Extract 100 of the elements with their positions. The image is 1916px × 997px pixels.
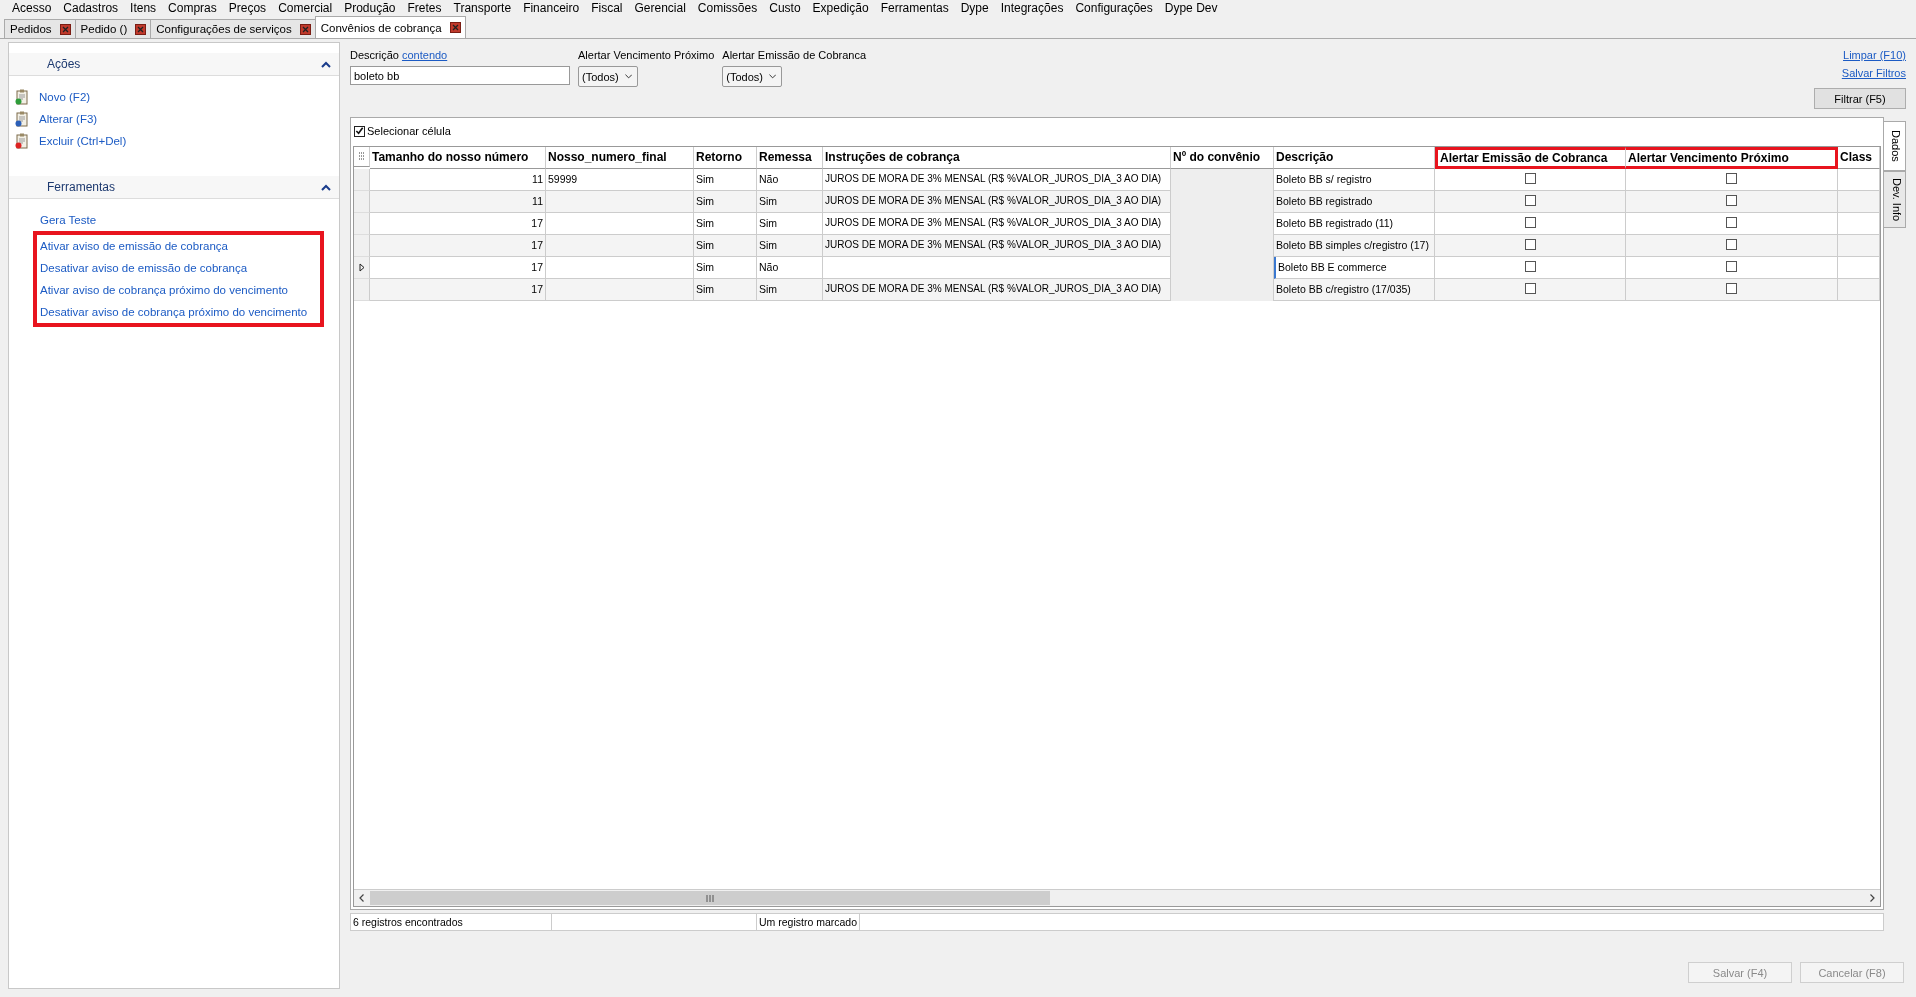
table-cell: 17 [370,213,546,235]
status-text: Um registro marcado [757,914,861,930]
filter-button[interactable]: Filtrar (F5) [1814,88,1906,109]
table-cell: Sim [757,235,823,257]
table-cell: 11 [370,191,546,213]
table-cell: Boleto BB E commerce [1274,257,1435,279]
close-icon[interactable] [59,23,71,35]
table-cell: Sim [694,279,757,301]
table-cell: Sim [694,235,757,257]
document-tab[interactable]: Convênios de cobrança [314,16,466,38]
clipboard-icon [15,89,29,105]
table-cell: Boleto BB s/ registro [1274,169,1435,191]
menu-item[interactable]: Produção [338,1,402,15]
table-cell: 11 [370,169,546,191]
checkbox[interactable] [1524,261,1536,272]
column-chooser-icon[interactable] [354,147,370,167]
dropdown[interactable]: (Todos) [578,66,638,87]
table-cell: 59999 [546,169,694,191]
menu-item[interactable]: Gerencial [628,1,692,15]
checkbox[interactable] [1524,283,1536,294]
menu-item[interactable]: Custo [763,1,807,15]
checkbox[interactable] [1726,239,1737,250]
action-link[interactable]: Alterar (F3) [39,113,98,125]
checkbox[interactable] [1726,261,1737,272]
tool-link[interactable]: Ativar aviso de cobrança próximo do vencimento [40,284,288,296]
checkbox[interactable] [1524,173,1536,184]
menu-item[interactable]: Preços [222,1,273,15]
checkbox[interactable] [1524,217,1536,228]
menu-item[interactable]: Fiscal [585,1,629,15]
row-indicator[interactable] [354,257,370,279]
menu-item[interactable]: Cadastros [57,1,125,15]
close-icon[interactable] [299,23,311,35]
close-icon[interactable] [135,23,147,35]
section-header[interactable]: Ações [9,53,339,76]
menu-item[interactable]: Configurações [1069,1,1159,15]
scrollbar-thumb[interactable] [370,891,1050,905]
checkbox[interactable] [1726,173,1737,184]
close-icon[interactable] [449,22,461,33]
tool-link[interactable]: Ativar aviso de emissão de cobrança [40,240,228,252]
menu-item[interactable]: Financeiro [517,1,586,15]
horizontal-scrollbar[interactable] [354,889,1880,906]
tool-link[interactable]: Gera Teste [40,214,97,226]
action-link[interactable]: Excluir (Ctrl+Del) [39,135,127,147]
table-cell: Boleto BB c/registro (17/035) [1274,279,1435,301]
field-label: Alertar Emissão de Cobranca [722,49,867,63]
filter-link[interactable]: Limpar (F10) [1843,49,1906,61]
table-cell: 17 [370,235,546,257]
menu-item[interactable]: Transporte [447,1,518,15]
description-field[interactable]: boleto bb [350,66,570,85]
clipboard-icon [15,133,29,149]
menu-item[interactable]: Fretes [401,1,448,15]
table-cell: 17 [370,257,546,279]
checkbox[interactable] [1726,195,1737,206]
menu-item[interactable]: Comissões [691,1,764,15]
tool-link[interactable]: Desativar aviso de cobrança próximo do vencimento [40,306,308,318]
section-header[interactable]: Ferramentas [9,176,339,199]
document-tab[interactable]: Pedido () [74,19,152,38]
checkbox[interactable] [1524,239,1536,250]
table-cell: 17 [370,279,546,301]
table-cell: JUROS DE MORA DE 3% MENSAL (R$ %VALOR_JUROS_DIA_3 AO DIA) [823,235,1171,257]
checkbox[interactable] [1524,195,1536,206]
match-mode-link[interactable]: contendo [401,49,448,61]
menu-item[interactable]: Compras [162,1,223,15]
table-cell: Boleto BB registrado [1274,191,1435,213]
menu-item[interactable]: Dype Dev [1158,1,1224,15]
table-cell: JUROS DE MORA DE 3% MENSAL (R$ %VALOR_JUROS_DIA_3 AO DIA) [823,213,1171,235]
field-label: Alertar Vencimento Próximo [578,49,715,63]
table-cell: Sim [694,213,757,235]
document-tab[interactable]: Pedidos [4,19,76,38]
table-cell: Sim [694,257,757,279]
column-header[interactable]: Alertar Emissão de Cobranca [1435,147,1626,169]
menu-item[interactable]: Itens [124,1,163,15]
checkbox[interactable] [1726,217,1737,228]
menu-item[interactable]: Expedição [806,1,875,15]
document-tab[interactable]: Configurações de serviços [150,19,316,38]
action-link[interactable]: Novo (F2) [39,91,91,103]
table-cell: Sim [694,169,757,191]
menu-item[interactable]: Acesso [6,1,58,15]
column-header[interactable]: Alertar Vencimento Próximo [1626,147,1838,169]
table-cell: Boleto BB registrado (11) [1274,213,1435,235]
menu-item[interactable]: Integrações [994,1,1070,15]
field-label: Descrição [350,49,399,61]
menu-item[interactable]: Comercial [272,1,339,15]
filter-link[interactable]: Salvar Filtros [1841,67,1906,79]
dropdown[interactable]: (Todos) [722,66,783,87]
table-cell: JUROS DE MORA DE 3% MENSAL (R$ %VALOR_JUROS_DIA_3 AO DIA) [823,279,1171,301]
table-cell: Não [757,169,823,191]
menu-item[interactable]: Ferramentas [874,1,955,15]
tool-link[interactable]: Desativar aviso de emissão de cobrança [40,262,248,274]
table-cell: Sim [757,191,823,213]
chevron-down-icon [624,74,632,79]
table-cell: Sim [757,279,823,301]
checkbox[interactable] [354,125,365,137]
table-cell: Boleto BB simples c/registro (17) [1274,235,1435,257]
menu-item[interactable]: Dype [954,1,995,15]
table-cell: JUROS DE MORA DE 3% MENSAL (R$ %VALOR_JUROS_DIA_3 AO DIA) [823,191,1171,213]
side-tab[interactable]: Dados [1884,121,1906,171]
side-tab[interactable]: Dev. Info [1884,170,1906,228]
table-cell: JUROS DE MORA DE 3% MENSAL (R$ %VALOR_JUROS_DIA_3 AO DIA) [823,169,1171,191]
checkbox[interactable] [1726,283,1737,294]
